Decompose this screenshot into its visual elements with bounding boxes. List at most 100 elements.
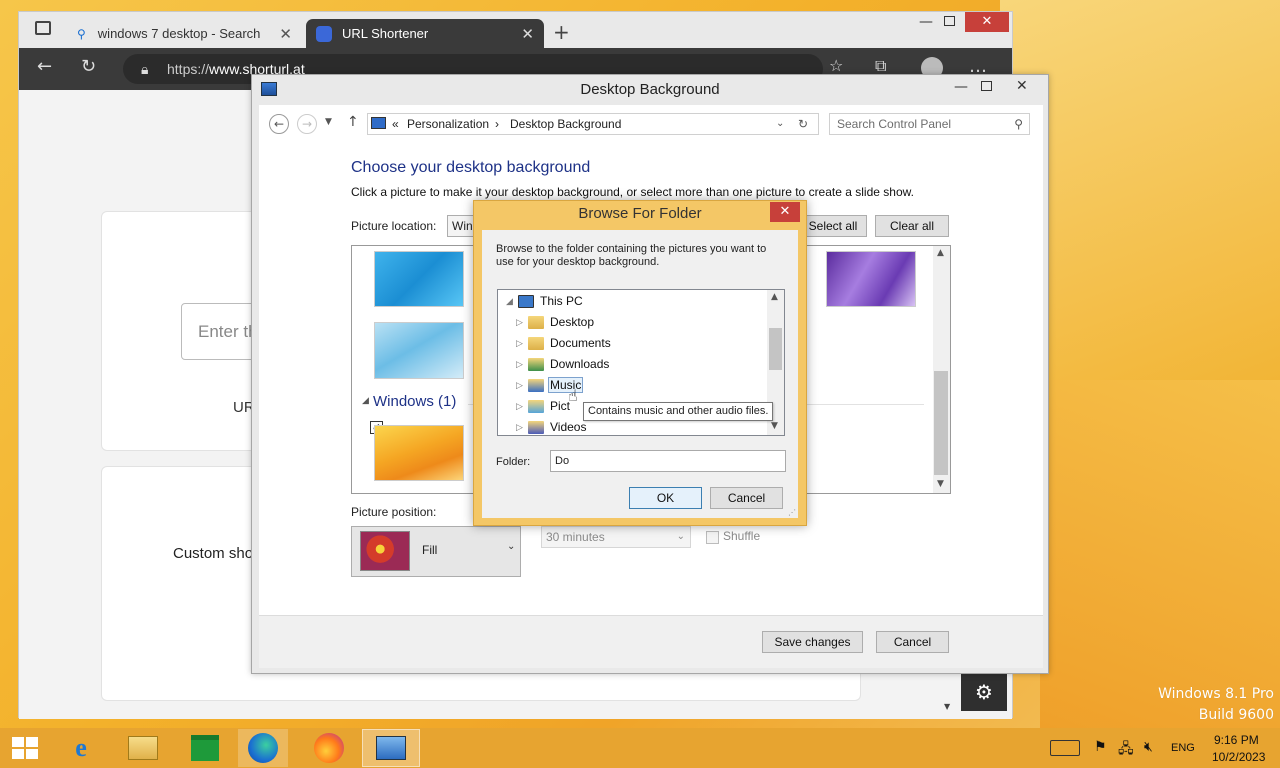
collapse-icon[interactable]: ◢ [362, 396, 369, 406]
page-title: Choose your desktop background [351, 159, 591, 176]
refresh-icon[interactable]: ↻ [798, 114, 808, 134]
wallpaper-thumbnail[interactable] [374, 251, 464, 307]
breadcrumb-personalization[interactable]: Personalization [407, 114, 489, 134]
scroll-down-icon[interactable]: ▼ [771, 421, 778, 431]
firefox-icon[interactable] [304, 729, 354, 767]
back-icon[interactable]: ← [37, 56, 52, 77]
breadcrumb[interactable]: « Personalization › Desktop Background ⌄… [367, 113, 819, 135]
clock-date[interactable]: 10/2/2023 [1212, 750, 1265, 764]
folder-icon [528, 357, 544, 371]
scroll-down-icon[interactable]: ▼ [937, 479, 944, 489]
network-icon[interactable]: 🖧︎ [1118, 738, 1134, 762]
tree-item-downloads[interactable]: ▷ Downloads [516, 355, 609, 373]
chevron-down-icon: ⌄ [507, 541, 516, 552]
custom-label: Custom sho [173, 545, 254, 562]
scrollbar-thumb[interactable] [769, 328, 782, 370]
close-icon[interactable]: ✕ [770, 202, 800, 222]
monitor-icon [371, 117, 386, 129]
tree-item-videos[interactable]: ▷ Videos [516, 418, 586, 436]
tab-label: windows 7 desktop - Search [97, 26, 261, 41]
chevron-down-icon[interactable]: ⌄ [776, 114, 784, 134]
resize-grip-icon[interactable]: ⋰ [788, 508, 796, 517]
scroll-up-icon[interactable]: ▲ [771, 292, 778, 302]
dialog-instruction: Browse to the folder containing the pict… [496, 243, 767, 268]
expand-icon[interactable]: ▷ [516, 422, 528, 433]
close-icon[interactable]: ✕ [1016, 78, 1028, 94]
clear-all-button[interactable]: Clear all [875, 215, 949, 237]
expand-icon[interactable]: ▷ [516, 359, 528, 370]
edge-icon[interactable] [238, 729, 288, 767]
maximize-icon[interactable] [944, 16, 955, 26]
tree-item-documents[interactable]: ▷ Documents [516, 334, 611, 352]
refresh-icon[interactable]: ↻ [81, 56, 96, 77]
search-input[interactable]: Search Control Panel ⚲ [829, 113, 1030, 135]
shuffle-checkbox[interactable] [706, 531, 719, 544]
new-tab-icon[interactable]: + [553, 20, 570, 44]
tree-item-pictures[interactable]: ▷ Pict [516, 397, 570, 415]
folder-icon [528, 378, 544, 392]
breadcrumb-desktop-background[interactable]: Desktop Background [510, 114, 621, 134]
interval-value: 30 minutes [546, 530, 605, 544]
picture-position-dropdown[interactable]: Fill ⌄ [351, 526, 521, 577]
tree-item-desktop[interactable]: ▷ Desktop [516, 313, 594, 331]
cancel-button[interactable]: Cancel [710, 487, 783, 509]
close-icon[interactable]: ✕ [965, 12, 1009, 32]
wallpaper-thumbnail[interactable] [374, 425, 464, 481]
store-icon[interactable] [180, 729, 230, 767]
expand-icon[interactable]: ▷ [516, 380, 528, 391]
search-icon: ⚲ [1014, 117, 1023, 131]
dialog-title: Browse For Folder [578, 205, 702, 222]
group-header[interactable]: Windows (1) [373, 393, 456, 410]
tab-url-shortener[interactable]: URL Shortener ✕ [306, 19, 544, 48]
expand-icon[interactable]: ▷ [516, 317, 528, 328]
flag-icon[interactable]: ⚑ [1094, 738, 1107, 755]
expanded-icon[interactable]: ◢ [506, 296, 518, 307]
folder-icon [528, 336, 544, 350]
chevron-right-icon[interactable]: › [495, 114, 499, 134]
volume-muted-icon[interactable]: 🔇︎ [1144, 738, 1153, 755]
control-panel-icon[interactable] [362, 729, 420, 767]
wallpaper-thumbnail[interactable] [374, 322, 464, 379]
forward-icon[interactable]: → [297, 114, 317, 134]
tree-label: Music [548, 377, 584, 393]
watermark-edition: Windows 8.1 Pro [1158, 686, 1274, 702]
interval-dropdown[interactable]: 30 minutes ⌄ [541, 526, 691, 548]
tab-search[interactable]: ⚲ windows 7 desktop - Search ✕ [67, 19, 302, 48]
keyboard-icon[interactable] [1050, 740, 1080, 756]
folder-input[interactable]: Do [550, 450, 786, 472]
gallery-scrollbar[interactable]: ▲ ▼ [933, 246, 950, 493]
maximize-icon[interactable] [981, 81, 992, 91]
file-explorer-icon[interactable] [118, 729, 168, 767]
save-changes-button[interactable]: Save changes [762, 631, 863, 653]
up-icon[interactable]: ↑ [347, 114, 359, 130]
wallpaper-shape [1040, 380, 1280, 730]
folder-icon [528, 399, 544, 413]
cancel-button[interactable]: Cancel [876, 631, 949, 653]
tree-label: Downloads [550, 357, 610, 371]
window-title: Desktop Background [580, 81, 720, 98]
language-indicator[interactable]: ENG [1171, 742, 1195, 754]
start-icon[interactable] [12, 737, 38, 759]
breadcrumb-overflow[interactable]: « [392, 114, 399, 134]
clock-time[interactable]: 9:16 PM [1214, 733, 1259, 747]
ok-button[interactable]: OK [629, 487, 702, 509]
recent-pages-icon[interactable]: ▼ [325, 117, 332, 127]
tree-item-this-pc[interactable]: ◢ This PC [506, 292, 583, 310]
favorites-icon[interactable]: ☆ [829, 56, 843, 75]
close-tab-icon[interactable]: ✕ [279, 25, 292, 43]
gear-icon[interactable]: ⚙ [961, 673, 1007, 711]
wallpaper-thumbnail[interactable] [826, 251, 916, 307]
expand-icon[interactable]: ▷ [516, 338, 528, 349]
back-icon[interactable]: ← [269, 114, 289, 134]
internet-explorer-icon[interactable]: e [56, 729, 106, 767]
minimize-icon[interactable]: — [954, 79, 968, 95]
close-tab-icon[interactable]: ✕ [521, 25, 534, 43]
scrollbar-thumb[interactable] [934, 371, 948, 475]
collections-icon[interactable]: ⧉ [875, 56, 886, 76]
scroll-down-icon[interactable]: ▼ [944, 702, 950, 711]
scroll-up-icon[interactable]: ▲ [937, 248, 944, 258]
select-all-button[interactable]: Select all [799, 215, 867, 237]
expand-icon[interactable]: ▷ [516, 401, 528, 412]
minimize-icon[interactable]: — [919, 14, 933, 30]
tab-actions-icon[interactable] [35, 21, 51, 35]
